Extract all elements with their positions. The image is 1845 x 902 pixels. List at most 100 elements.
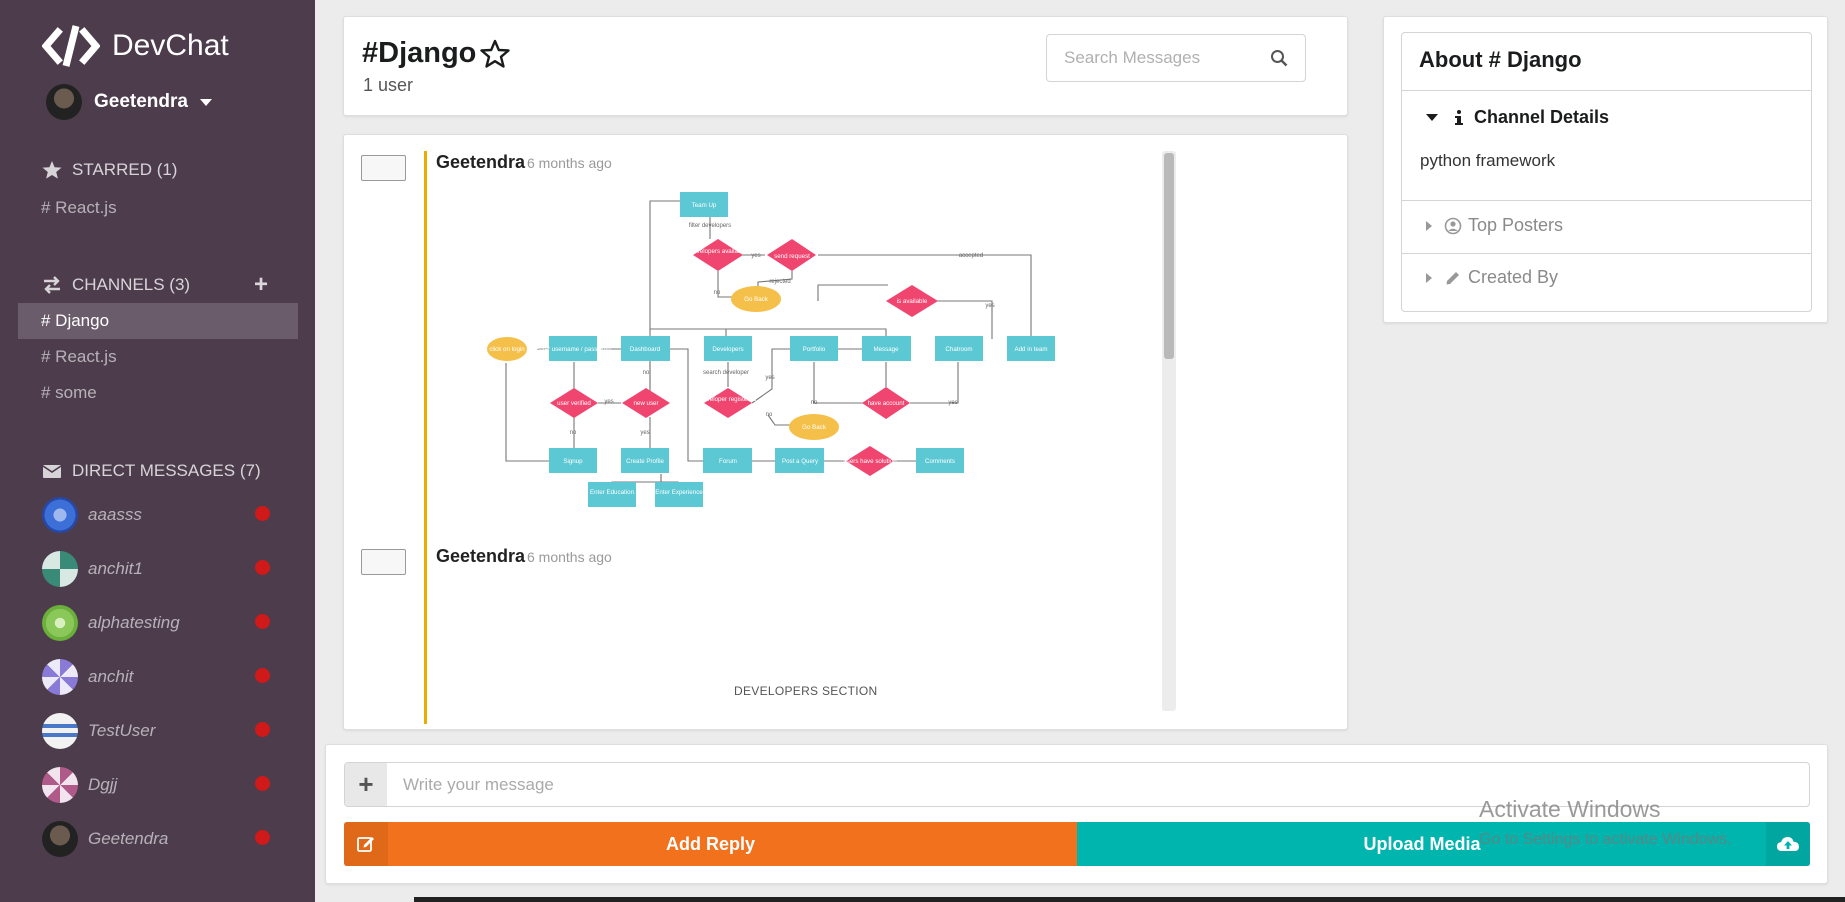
channels-label: CHANNELS (3) (72, 275, 191, 294)
dm-item-aaasss[interactable]: aaasss (42, 495, 282, 535)
messages-panel: Geetendra 6 months ago Team Up developer… (343, 134, 1348, 730)
svg-text:yes: yes (948, 400, 957, 406)
svg-text:accepted: accepted (959, 253, 983, 259)
accordion-top-posters[interactable]: Top Posters (1402, 215, 1811, 236)
info-icon (1455, 109, 1463, 125)
message-author: Geetendra (436, 152, 526, 172)
dm-name: anchit (88, 667, 134, 686)
starred-heading: STARRED (1) (42, 160, 177, 180)
upload-media-button[interactable]: Upload Media (1077, 822, 1810, 866)
accordion-label: Created By (1468, 267, 1559, 287)
user-dropdown[interactable]: Geetendra (46, 84, 212, 120)
accordion-created-by[interactable]: Created By (1402, 267, 1811, 288)
svg-text:user verified: user verified (557, 400, 591, 407)
page-title: #Django (362, 37, 477, 69)
status-dot (255, 506, 270, 521)
svg-text:no: no (714, 290, 721, 296)
channel-item-django[interactable]: # Django (18, 303, 298, 339)
search-icon[interactable] (1270, 49, 1288, 67)
svg-text:Forum: Forum (719, 458, 737, 465)
message-author: Geetendra (436, 546, 526, 566)
svg-text:users have solution: users have solution (843, 458, 897, 465)
avatar (42, 551, 78, 587)
add-channel-button[interactable]: + (254, 271, 268, 299)
svg-text:yes: yes (985, 303, 994, 309)
svg-text:developer registered: developer registered (700, 396, 757, 403)
starred-item-react[interactable]: # React.js (18, 190, 298, 226)
image-caption: DEVELOPERS SECTION (734, 684, 878, 698)
add-reply-button[interactable]: Add Reply (344, 822, 1077, 866)
svg-text:Enter Experience: Enter Experience (655, 489, 703, 496)
dm-item-dgjj[interactable]: Dgjj (42, 765, 282, 805)
svg-text:Signup: Signup (563, 458, 583, 465)
svg-text:Dashboard: Dashboard (630, 346, 661, 353)
status-dot (255, 614, 270, 629)
cloud-upload-icon (1766, 822, 1810, 866)
channel-item-react[interactable]: # React.js (18, 339, 298, 375)
svg-text:have account: have account (868, 400, 905, 407)
status-dot (255, 722, 270, 737)
message-accent-bar (424, 544, 427, 724)
starred-label: STARRED (1) (72, 160, 178, 179)
svg-text:Message: Message (873, 346, 899, 353)
avatar (42, 497, 78, 533)
svg-text:Post a Query: Post a Query (782, 458, 819, 465)
channel-item-some[interactable]: # some (18, 375, 298, 411)
dm-name: alphatesting (88, 613, 180, 632)
caret-down-icon (1426, 114, 1438, 121)
code-icon (42, 25, 100, 67)
star-outline-icon[interactable] (480, 39, 511, 69)
caret-right-icon (1426, 272, 1432, 283)
exchange-icon (44, 276, 60, 294)
user-count: 1 user (363, 75, 414, 95)
svg-text:Chatroom: Chatroom (945, 346, 972, 353)
add-attachment-button[interactable]: + (345, 763, 387, 806)
channels-heading: CHANNELS (3) (42, 275, 190, 295)
svg-text:yes: yes (765, 375, 774, 381)
svg-text:search developer: search developer (703, 370, 749, 376)
divider (1402, 200, 1811, 201)
svg-text:no: no (643, 370, 650, 376)
caret-right-icon (1426, 220, 1432, 231)
direct-messages-label: DIRECT MESSAGES (7) (72, 461, 261, 480)
dm-item-anchit1[interactable]: anchit1 (42, 549, 282, 589)
status-dot (255, 830, 270, 845)
taskbar-edge (414, 897, 1845, 902)
upload-media-label: Upload Media (1363, 834, 1481, 854)
svg-text:is available: is available (897, 298, 928, 305)
svg-text:send request: send request (774, 253, 810, 260)
svg-text:yes: yes (604, 399, 613, 405)
message-input[interactable] (387, 774, 1787, 795)
dm-name: aaasss (88, 505, 142, 524)
dm-name: Dgjj (88, 775, 118, 794)
search-input[interactable] (1047, 48, 1262, 68)
accordion-channel-details[interactable]: Channel Details (1402, 107, 1811, 128)
dm-item-alphatesting[interactable]: alphatesting (42, 603, 282, 643)
flowchart-image[interactable]: Team Up developers availabel send reques… (462, 189, 1152, 569)
svg-text:new user: new user (633, 400, 658, 407)
dm-item-geetendra[interactable]: Geetendra (42, 819, 282, 859)
dm-name: TestUser (88, 721, 156, 740)
pencil-icon (1446, 271, 1459, 284)
accordion-label: Top Posters (1468, 215, 1564, 235)
svg-text:no: no (811, 400, 818, 406)
scrollbar-thumb[interactable] (1164, 153, 1174, 359)
dm-item-testuser[interactable]: TestUser (42, 711, 282, 751)
status-dot (255, 560, 270, 575)
user-name: Geetendra (94, 91, 188, 112)
about-title: About # Django (1419, 47, 1582, 72)
add-reply-label: Add Reply (665, 833, 755, 854)
message-accent-bar (424, 151, 427, 599)
svg-text:Go Back: Go Back (744, 296, 769, 303)
dm-item-anchit[interactable]: anchit (42, 657, 282, 697)
svg-text:Create Profile: Create Profile (626, 458, 664, 465)
about-accordion: About # Django Channel Details python fr… (1401, 32, 1812, 312)
avatar (42, 821, 78, 857)
svg-text:Comments: Comments (925, 458, 955, 465)
accordion-label: Channel Details (1474, 107, 1610, 127)
svg-text:no: no (766, 412, 773, 418)
app-title: DevChat (112, 29, 229, 62)
broken-avatar-image (361, 155, 406, 181)
svg-text:Enter username / password: Enter username / password (535, 346, 611, 353)
svg-text:yes: yes (640, 430, 649, 436)
